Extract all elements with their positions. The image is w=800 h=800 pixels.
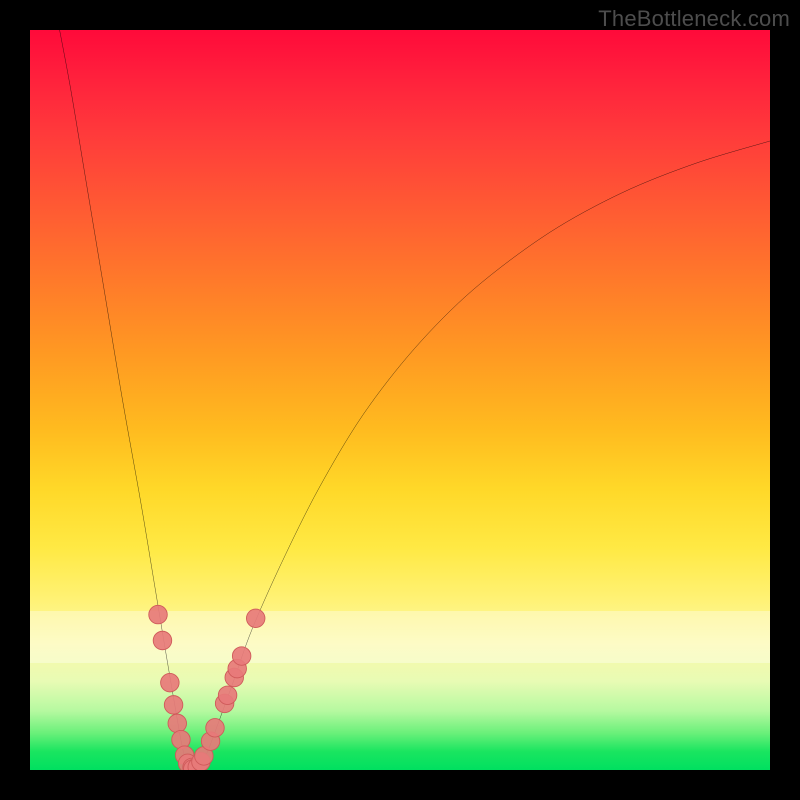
curve-marker <box>161 673 180 692</box>
bottleneck-curve-layer <box>30 30 770 770</box>
curve-marker <box>153 631 172 650</box>
curve-markers <box>149 605 265 770</box>
curve-marker <box>149 605 168 624</box>
curve-marker <box>246 609 265 628</box>
plot-area <box>30 30 770 770</box>
curve-marker <box>168 714 187 733</box>
curve-marker <box>218 686 237 705</box>
watermark-text: TheBottleneck.com <box>598 6 790 32</box>
curve-marker <box>206 719 225 738</box>
curve-marker <box>232 647 251 666</box>
curve-marker <box>164 696 183 715</box>
bottleneck-curve <box>60 30 770 770</box>
chart-frame: TheBottleneck.com <box>0 0 800 800</box>
